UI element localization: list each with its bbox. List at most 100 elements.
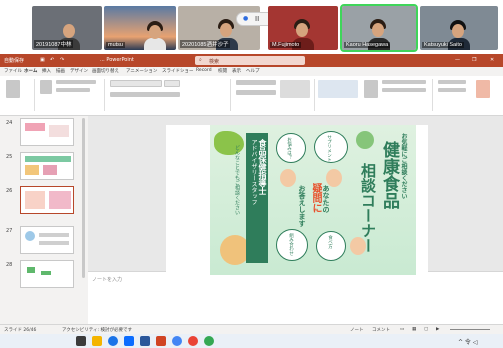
thumbnail-scrollbar[interactable]: [82, 118, 85, 278]
search-icon: ⌕: [199, 57, 202, 63]
slide-number: 25: [6, 154, 13, 160]
ribbon-tabs: ファイル ホーム 挿入 描画 デザイン 画面切り替え アニメーション スライドシ…: [0, 67, 503, 76]
character-illustration: [280, 169, 296, 187]
slide-background: アドバイザリースタッフ 食品保健指導士 どんなことでもご相談ください お悩みは？…: [210, 125, 416, 275]
reading-view-icon[interactable]: ▢: [424, 327, 428, 332]
thumb-graphic: [25, 156, 71, 162]
participant-name: 20201085酒井沙子: [180, 40, 231, 48]
slide-thumbnail-selected[interactable]: [20, 186, 74, 214]
slide-number: 27: [6, 228, 13, 234]
left-note: どんなことでもご相談ください: [234, 145, 240, 215]
notes-button[interactable]: ノート: [350, 327, 364, 333]
taskbar: ^ 令 ◁: [0, 334, 503, 348]
thumb-graphic: [43, 165, 57, 175]
redo-icon[interactable]: ↷: [60, 57, 64, 63]
font-format-buttons[interactable]: [110, 92, 180, 97]
replace-button[interactable]: [438, 88, 466, 92]
participant-tile-4[interactable]: M.Fujimoto: [268, 6, 338, 50]
reset-button[interactable]: [56, 88, 90, 92]
slide-thumbnail[interactable]: [20, 260, 74, 288]
left-banner-title: 食品保健指導士: [258, 139, 267, 195]
thumb-graphic: [25, 165, 39, 175]
participant-tile-2[interactable]: mutsu: [104, 6, 176, 50]
tab-slideshow[interactable]: スライドショー: [162, 68, 194, 74]
sorter-view-icon[interactable]: ▦: [412, 327, 416, 332]
tab-insert[interactable]: 挿入: [42, 68, 51, 74]
tab-review[interactable]: 校閲: [218, 68, 227, 74]
ribbon-separator: [104, 79, 105, 111]
participant-name: M.Fujimoto: [270, 42, 302, 48]
bubble-text: 組み合わせ: [288, 233, 294, 256]
ribbon-separator: [34, 79, 35, 111]
thumb-graphic: [25, 123, 45, 131]
info-icon[interactable]: ●: [243, 15, 248, 22]
arrange-button[interactable]: [364, 80, 378, 98]
normal-view-icon[interactable]: ▭: [400, 327, 404, 332]
slideshow-icon[interactable]: ▶: [436, 327, 439, 332]
shape-fill-button[interactable]: [382, 80, 426, 84]
tab-draw[interactable]: 描画: [56, 68, 65, 74]
slide-thumbnail[interactable]: [20, 226, 74, 254]
left-banner-sub: アドバイザリースタッフ: [250, 139, 257, 205]
minimize-icon[interactable]: —: [455, 57, 460, 63]
tab-record[interactable]: Record: [196, 68, 212, 73]
find-button[interactable]: [438, 80, 466, 84]
folder-icon[interactable]: [92, 336, 102, 346]
slide-number: 26: [6, 188, 13, 194]
paragraph-buttons[interactable]: [236, 80, 276, 85]
app-icon[interactable]: [188, 336, 198, 346]
zoom-slider[interactable]: [450, 329, 490, 330]
chrome-icon[interactable]: [172, 336, 182, 346]
participant-tile-5[interactable]: Kaoru Hasegawa: [340, 4, 418, 52]
slide-thumbnail[interactable]: [20, 118, 74, 146]
shapes-gallery[interactable]: [318, 80, 358, 98]
edge-icon[interactable]: [108, 336, 118, 346]
shape-outline-button[interactable]: [382, 88, 426, 92]
screen: 20191087中林 mutsu 20201085酒井沙子 ● II ■ ↗ M…: [0, 0, 503, 348]
participant-tile-6[interactable]: Katsuyuki Saito: [420, 6, 498, 50]
save-icon[interactable]: ▣: [40, 57, 45, 63]
zoom-icon[interactable]: [124, 336, 134, 346]
tab-design[interactable]: デザイン: [70, 68, 88, 74]
comments-button[interactable]: コメント: [372, 327, 390, 333]
slide-thumbnail[interactable]: [20, 152, 74, 180]
tab-home[interactable]: ホーム: [24, 68, 37, 74]
autosave-toggle[interactable]: 自動保存: [4, 57, 24, 64]
participant-tile-1[interactable]: 20191087中林: [32, 6, 102, 50]
file-explorer-icon[interactable]: [76, 336, 86, 346]
slide-right-margin: [416, 125, 428, 275]
ribbon-separator: [314, 79, 315, 111]
word-icon[interactable]: [140, 336, 150, 346]
pause-icon[interactable]: II: [255, 15, 259, 23]
new-slide-button[interactable]: [40, 80, 52, 94]
avatar: [144, 38, 166, 50]
font-name-select[interactable]: [110, 80, 162, 87]
file-name: ... PowerPoint: [100, 57, 134, 63]
tab-animations[interactable]: アニメーション: [126, 68, 157, 74]
layout-button[interactable]: [56, 80, 96, 84]
search-input[interactable]: ⌕ 検索: [195, 56, 305, 65]
bubble-text: サプリメント: [326, 135, 332, 162]
text-direction-buttons[interactable]: [280, 80, 310, 98]
tab-view[interactable]: 表示: [232, 68, 241, 74]
current-slide[interactable]: アドバイザリースタッフ 食品保健指導士 どんなことでもご相談ください お悩みは？…: [166, 125, 428, 275]
notes-placeholder: ノートを入力: [92, 277, 123, 283]
close-icon[interactable]: ✕: [490, 57, 494, 63]
app-icon[interactable]: [204, 336, 214, 346]
align-buttons[interactable]: [236, 90, 276, 95]
undo-icon[interactable]: ↶: [50, 57, 54, 63]
system-tray[interactable]: ^ 令 ◁: [458, 337, 477, 346]
tab-file[interactable]: ファイル: [4, 68, 22, 74]
slide-heading: 健康食品: [379, 141, 399, 209]
tab-help[interactable]: ヘルプ: [246, 68, 260, 74]
restore-icon[interactable]: ❐: [472, 57, 476, 63]
avatar: [63, 24, 75, 38]
font-size-select[interactable]: [164, 80, 180, 87]
powerpoint-icon[interactable]: [156, 336, 166, 346]
tab-transitions[interactable]: 画面切り替え: [92, 68, 119, 74]
designer-button[interactable]: [476, 80, 490, 98]
notes-pane[interactable]: ノートを入力: [88, 271, 503, 324]
accessibility-status[interactable]: アクセシビリティ: 検討が必要です: [62, 327, 132, 333]
paste-button[interactable]: [6, 80, 20, 98]
participant-name: 20191087中林: [34, 40, 74, 48]
